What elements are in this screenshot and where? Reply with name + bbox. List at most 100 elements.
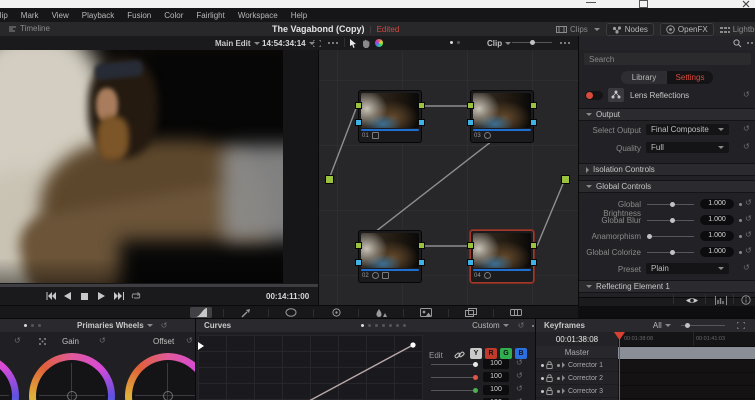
gain-reset-icon[interactable]: ↺ [99,337,106,345]
node-view-dropdown[interactable]: Clip [487,39,512,48]
hand-icon[interactable] [362,39,370,48]
scopes-icon[interactable] [715,296,727,305]
node-03[interactable]: 03 [467,90,537,143]
minimize-icon[interactable] [586,2,596,3]
tracker-icon[interactable] [325,307,347,318]
expand-row-icon[interactable] [562,362,565,368]
key-output[interactable] [418,259,425,266]
r-reset-icon[interactable]: ↺ [516,372,523,380]
curves-palette-icon[interactable] [190,307,212,318]
menu-fusion[interactable]: Fusion [127,11,151,20]
key-input[interactable] [355,119,362,126]
primaries-title[interactable]: Primaries Wheels [77,321,144,330]
key-output[interactable] [418,119,425,126]
node-more-icon[interactable] [560,42,570,44]
info-icon[interactable] [741,295,751,305]
key-input[interactable] [467,119,474,126]
row-master-track[interactable] [618,346,755,359]
keyframe-dot-icon[interactable] [557,376,560,380]
rgb-input[interactable] [355,242,362,249]
slider-reset-icon[interactable]: ↺ [745,215,752,223]
keyframe-dot-icon[interactable] [557,389,560,393]
node-page-dots[interactable] [450,41,460,44]
viewer-image[interactable] [0,50,283,283]
section-reflecting-element[interactable]: Reflecting Element 1 [579,280,755,293]
menu-view[interactable]: View [52,11,69,20]
keyframes-ruler[interactable]: 00:01:38:08 00:01:41:03 [618,332,755,346]
plugin-enable-toggle[interactable] [585,91,603,100]
key-palette-icon[interactable] [415,307,437,318]
r-value[interactable]: 100 [483,372,509,382]
anamorphism-slider[interactable] [647,234,694,239]
row-corrector-3[interactable]: Corrector 3 [536,385,618,397]
primaries-page-dots[interactable] [24,324,41,327]
slider-value[interactable]: 1.000 [700,247,734,257]
section-global[interactable]: Global Controls [579,180,755,193]
menu-help[interactable]: Help [291,11,307,20]
tab-library[interactable]: Library [621,71,667,84]
rgb-output[interactable] [418,242,425,249]
play-button[interactable] [95,290,108,302]
keyframe-dot-icon[interactable] [739,203,742,206]
timeline-button[interactable]: Timeline [8,24,50,33]
slider-reset-icon[interactable]: ↺ [745,231,752,239]
select-output-dropdown[interactable]: Final Composite [646,124,729,135]
expand-icon[interactable] [313,40,321,47]
viewer-more-icon[interactable] [328,42,338,44]
menu-playback[interactable]: Playback [82,11,114,20]
search-icon[interactable] [733,39,742,48]
skip-end-button[interactable] [112,290,125,302]
viewer-timecode[interactable]: 14:54:34:14 [262,39,315,48]
menu-workspace[interactable]: Workspace [238,11,278,20]
rgb-input[interactable] [467,102,474,109]
key-input[interactable] [467,259,474,266]
stop-button[interactable] [78,290,91,302]
curves-page-dots[interactable] [361,324,407,327]
global-colorize-slider[interactable] [647,250,694,255]
row-corrector-1-track[interactable] [618,359,755,372]
expand-row-icon[interactable] [562,375,565,381]
wheel-mode-icon[interactable] [38,337,47,346]
row-corrector-2[interactable]: Corrector 2 [536,372,618,384]
panel-more-icon[interactable] [747,42,755,44]
link-channels-icon[interactable] [454,350,465,360]
row-corrector-3-track[interactable] [618,385,755,398]
plugin-reset-icon[interactable]: ↺ [743,91,750,99]
lock-icon[interactable] [546,374,553,382]
primaries-reset-icon[interactable]: ↺ [161,321,168,330]
cursor-icon[interactable] [350,39,357,48]
menu-clip[interactable]: Clip [0,11,8,20]
rgb-output[interactable] [418,102,425,109]
keyframe-dot-icon[interactable] [557,363,560,367]
bypass-eye-icon[interactable] [685,296,699,305]
keyframe-dot-icon[interactable] [739,235,742,238]
power-window-icon[interactable] [280,307,302,318]
key-output[interactable] [530,259,537,266]
menu-color[interactable]: Color [164,11,183,20]
tab-settings[interactable]: Settings [667,71,713,84]
slider-reset-icon[interactable]: ↺ [745,247,752,255]
channel-g-button[interactable]: G [500,348,512,359]
search-input[interactable]: Search [584,53,751,65]
row-corrector-1[interactable]: Corrector 1 [536,359,618,371]
wheel-reset-icon[interactable]: ↺ [14,337,21,345]
keyframes-filter-dropdown[interactable]: All [653,321,662,330]
g-gain-slider[interactable] [431,388,478,393]
lock-icon[interactable] [546,361,553,369]
keyframes-zoom-slider[interactable] [680,323,725,328]
menu-mark[interactable]: Mark [21,11,39,20]
channel-r-button[interactable]: R [485,348,497,359]
color-wheel-icon[interactable] [375,39,383,47]
node-02[interactable]: 02 [355,230,425,283]
node-04-selected[interactable]: 04 [467,230,537,283]
key-output[interactable] [530,119,537,126]
gain-wheel[interactable] [29,353,115,400]
quality-reset-icon[interactable]: ↺ [743,143,750,151]
node-zoom-slider[interactable] [512,40,552,45]
g-reset-icon[interactable]: ↺ [516,385,523,393]
maximize-icon[interactable] [639,0,648,8]
row-master[interactable]: Master [536,346,618,358]
node-01[interactable]: 01 [355,90,425,143]
node-graph[interactable]: 01 03 02 04 [318,50,579,305]
slider-value[interactable]: 1.000 [700,215,734,225]
